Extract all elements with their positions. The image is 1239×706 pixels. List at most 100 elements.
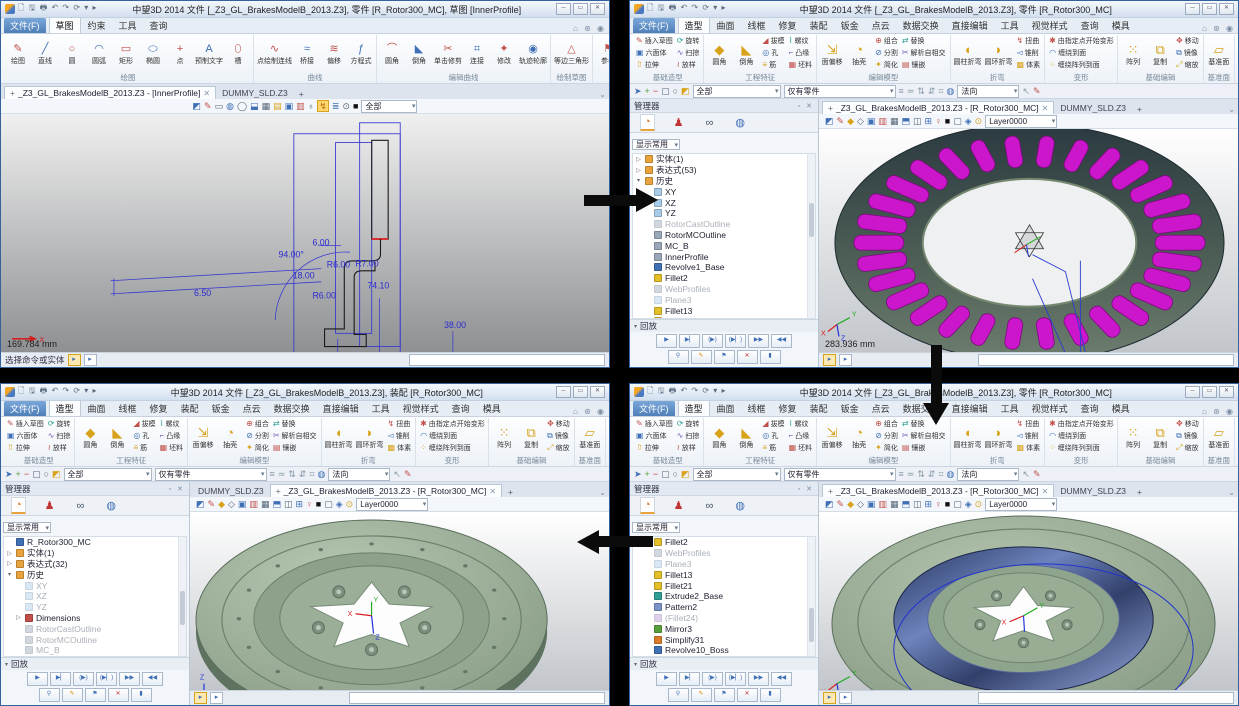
circle-select-icon[interactable]: ○	[673, 86, 678, 96]
manager-header-buttons[interactable]: ▫ ✕	[798, 485, 814, 493]
combine-button[interactable]: ⊕组合	[244, 418, 271, 430]
shell-button[interactable]: ◔抽壳	[217, 418, 243, 456]
tab-r3[interactable]: 线框	[742, 401, 772, 416]
history-tab-icon[interactable]: ◔	[640, 497, 655, 514]
replay-panel-button[interactable]: ▮	[131, 688, 152, 702]
world-icon[interactable]: ◍	[318, 469, 326, 479]
tabrow-corner-icons[interactable]: ⌂ ⊛ ◉	[573, 407, 606, 416]
line-button[interactable]: ╱直线	[32, 35, 58, 73]
maximize-button[interactable]: ▭	[1202, 3, 1217, 15]
flange-button[interactable]: ⌐凸缘	[787, 430, 815, 442]
wrappattern-button[interactable]: ⁘缠绕阵列到面	[418, 442, 486, 454]
simplify-button[interactable]: ✦简化	[873, 59, 900, 71]
new-document-button[interactable]: +	[1132, 487, 1147, 497]
split-icon[interactable]: ◫	[913, 499, 922, 509]
fillet2d-button[interactable]: ⌒圆角	[379, 35, 405, 73]
quick-access-toolbar[interactable]: 🗋 🖫 🖶 ↶ ↷ ⟳ ▾ ▸	[18, 2, 98, 16]
manager-header-buttons[interactable]: ▫ ✕	[798, 102, 814, 110]
hole-button[interactable]: ◎孔	[760, 430, 786, 442]
replay-play-button[interactable]: ▶	[656, 334, 677, 348]
document-tab[interactable]: +_Z3_GL_BrakesModelB_2013.Z3 - [InnerPro…	[4, 86, 216, 99]
loft-button[interactable]: ≀放样	[46, 442, 73, 454]
output-mode-icon[interactable]: ▸	[839, 354, 852, 366]
viewport-disc-side[interactable]: YXZZ	[190, 512, 609, 690]
move-button[interactable]: ✥移动	[1174, 35, 1201, 47]
eraser-icon[interactable]: ✎	[837, 499, 845, 509]
tab-r1[interactable]: 造型	[678, 401, 710, 416]
tab-r8[interactable]: 数据交换	[268, 401, 316, 416]
bendcyl-button[interactable]: ◖圆柱折弯	[953, 418, 983, 456]
black-swatch-icon[interactable]: ■	[353, 101, 358, 111]
doc-bar-overflow-icon[interactable]: ⌄	[599, 90, 606, 99]
output-mode-icon[interactable]: ▸	[839, 692, 852, 704]
replay-delete-button[interactable]: ✕	[108, 688, 129, 702]
tab-file[interactable]: 文件(F)	[633, 18, 675, 33]
tree-scrollbar-thumb[interactable]	[809, 203, 814, 237]
background-icon[interactable]: ⬒	[272, 499, 281, 509]
replay-panel-button[interactable]: ▮	[760, 350, 781, 364]
close-tab-icon[interactable]: ✕	[1042, 104, 1049, 113]
pin-icon[interactable]: ♀	[935, 499, 942, 509]
tab-r6[interactable]: 钣金	[206, 401, 236, 416]
tree-scrollbar[interactable]	[807, 537, 815, 656]
boxblk-button[interactable]: ▣六面体	[5, 430, 46, 442]
tree-item[interactable]: YZ	[633, 208, 815, 219]
scale-button[interactable]: ⤢缩放	[1174, 59, 1201, 71]
tab-r11[interactable]: 视觉样式	[1026, 18, 1074, 33]
tab-r13[interactable]: 模具	[477, 401, 507, 416]
up-icon[interactable]: ⇅	[288, 469, 296, 479]
eraser-icon[interactable]: ✎	[208, 499, 216, 509]
tree-item[interactable]: Pattern2	[633, 602, 815, 613]
entity-filter-combo[interactable]: 仅有零件	[155, 468, 267, 481]
mid-icon[interactable]: ⌗	[938, 469, 943, 479]
tree-expander[interactable]: ▷	[6, 550, 13, 557]
config-tab-icon[interactable]: ♟	[671, 498, 687, 513]
tree-item[interactable]: XY	[633, 186, 815, 197]
tree-item[interactable]: ▷表达式(32)	[4, 559, 186, 570]
tab-r7[interactable]: 点云	[866, 401, 896, 416]
minimize-button[interactable]: ─	[556, 3, 571, 15]
pick-arrow-icon[interactable]: ➤	[5, 469, 13, 479]
command-input[interactable]	[409, 354, 605, 366]
tree-item[interactable]: (Fillet24)	[633, 613, 815, 624]
split-button[interactable]: ⊘分割	[244, 430, 271, 442]
tab-r6[interactable]: 钣金	[835, 18, 865, 33]
tree-expander[interactable]: ▷	[635, 167, 642, 174]
quick-access-toolbar[interactable]: 🗋 🖫 🖶 ↶ ↷ ⟳ ▾ ▸	[647, 385, 727, 399]
inlay-button[interactable]: ▤镶嵌	[900, 442, 948, 454]
input-mode-icon[interactable]: ▸	[823, 692, 836, 704]
tab-r5[interactable]: 装配	[804, 18, 834, 33]
zoom-scope-combo[interactable]: 全部	[361, 100, 417, 113]
minimize-button[interactable]: ─	[556, 386, 571, 398]
combine-button[interactable]: ⊕组合	[873, 418, 900, 430]
shell-button[interactable]: ◔抽壳	[846, 35, 872, 73]
layout-icon[interactable]: ⊞	[924, 116, 932, 126]
layout-icon[interactable]: ⊞	[295, 499, 303, 509]
circle-select-icon[interactable]: ○	[673, 469, 678, 479]
replace-button[interactable]: ⇄替换	[271, 418, 319, 430]
info-icon[interactable]: ◩	[825, 116, 834, 126]
tree-filter-combo[interactable]: 显示常用	[632, 139, 680, 150]
box-select-icon[interactable]: ▢	[661, 469, 670, 479]
background-icon[interactable]: ⬒	[901, 499, 910, 509]
twist-button[interactable]: ↯扭曲	[1015, 418, 1043, 430]
extrude-button[interactable]: ⇧拉伸	[5, 442, 46, 454]
material-icon[interactable]: ◈	[965, 499, 972, 509]
maximize-button[interactable]: ▭	[1202, 386, 1217, 398]
black-swatch-icon[interactable]: ■	[945, 499, 950, 509]
tree-item[interactable]: ▾历史	[4, 569, 186, 580]
shell-button[interactable]: ◔抽壳	[846, 418, 872, 456]
sweep-button[interactable]: ∿扫掠	[675, 430, 702, 442]
voxel-button[interactable]: ▩体素	[1015, 442, 1043, 454]
tab-r9[interactable]: 直接编辑	[946, 401, 994, 416]
tab-r4[interactable]: 修复	[773, 18, 803, 33]
remove-icon[interactable]: −	[653, 86, 658, 96]
quick-access-toolbar[interactable]: 🗋 🖫 🖶 ↶ ↷ ⟳ ▾ ▸	[647, 2, 727, 16]
minimize-button[interactable]: ─	[1185, 3, 1200, 15]
tree-item[interactable]: ▷实体(1)	[633, 154, 815, 165]
tree-item[interactable]: XY	[4, 580, 186, 591]
loft-button[interactable]: ≀放样	[675, 442, 702, 454]
faceoffset-button[interactable]: ⇲面偏移	[819, 418, 845, 456]
layer-combo[interactable]: Layer0000	[356, 498, 428, 511]
scale-button[interactable]: ⤢缩放	[545, 442, 572, 454]
